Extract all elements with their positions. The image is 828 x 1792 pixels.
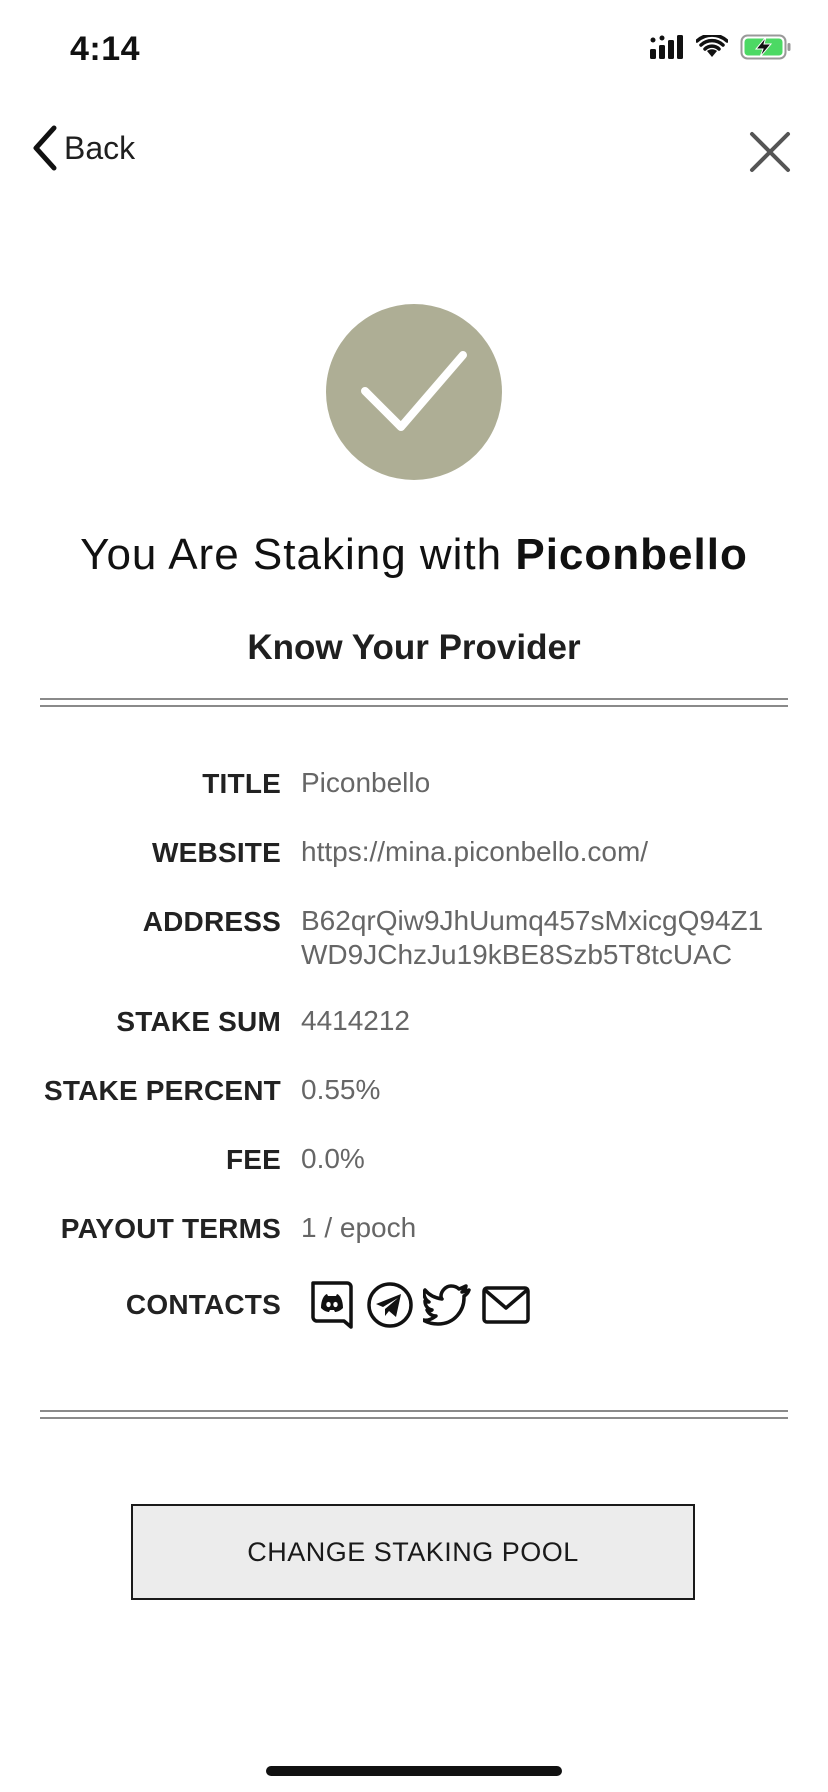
know-your-provider-heading: Know Your Provider — [247, 628, 581, 667]
headline-prefix: You Are Staking with — [80, 530, 516, 579]
title-label: TITLE — [202, 768, 281, 799]
status-time: 4:14 — [70, 30, 141, 68]
twitter-icon[interactable] — [423, 1280, 473, 1330]
wifi-icon — [696, 35, 728, 57]
back-label: Back — [64, 129, 136, 166]
stake-percent-value: 0.55% — [301, 1074, 381, 1105]
address-label: ADDRESS — [142, 906, 281, 937]
mail-icon[interactable] — [481, 1280, 531, 1330]
success-check-badge — [326, 304, 502, 480]
stake-sum-label: STAKE SUM — [116, 1006, 281, 1037]
detail-row-contacts: CONTACTS — [0, 1280, 828, 1330]
staking-headline: You Are Staking with Piconbello — [0, 530, 828, 580]
fee-label: FEE — [225, 1144, 281, 1175]
detail-row-stake-percent: STAKE PERCENT 0.55% — [0, 1073, 828, 1109]
detail-row-address: ADDRESS B62qrQiw9JhUumq457sMxicgQ94Z1 WD… — [0, 904, 828, 972]
home-indicator — [266, 1766, 562, 1776]
contacts-label: CONTACTS — [125, 1289, 281, 1320]
fee-value: 0.0% — [301, 1143, 365, 1174]
checkmark-icon — [361, 351, 467, 431]
payout-terms-label: PAYOUT TERMS — [60, 1213, 281, 1244]
stake-sum-value: 4414212 — [301, 1005, 411, 1036]
address-line-1: B62qrQiw9JhUumq457sMxicgQ94Z1 — [301, 905, 764, 936]
provider-details: TITLE Piconbello WEBSITE https://mina.pi… — [0, 766, 828, 1363]
cellular-signal-icon — [650, 35, 683, 59]
discord-icon[interactable] — [307, 1280, 357, 1330]
payout-terms-value: 1 / epoch — [301, 1212, 417, 1243]
battery-charging-icon — [740, 34, 791, 60]
detail-row-fee: FEE 0.0% — [0, 1142, 828, 1178]
address-value: B62qrQiw9JhUumq457sMxicgQ94Z1 WD9JChzJu1… — [301, 904, 811, 972]
contacts-icons — [307, 1280, 531, 1330]
title-value: Piconbello — [301, 767, 431, 798]
detail-row-stake-sum: STAKE SUM 4414212 — [0, 1004, 828, 1040]
divider — [40, 1410, 788, 1419]
status-icons — [650, 34, 792, 60]
chevron-left-icon — [33, 125, 57, 171]
detail-row-title: TITLE Piconbello — [0, 766, 828, 802]
website-label: WEBSITE — [152, 837, 281, 868]
close-icon[interactable] — [746, 128, 794, 176]
telegram-icon[interactable] — [365, 1280, 415, 1330]
status-bar: 4:14 — [0, 0, 828, 100]
stake-percent-label: STAKE PERCENT — [44, 1075, 281, 1106]
change-staking-pool-button[interactable]: CHANGE STAKING POOL — [131, 1504, 695, 1600]
headline-provider-name: Piconbello — [515, 530, 748, 579]
website-link[interactable]: https://mina.piconbello.com/ — [301, 835, 811, 869]
detail-row-payout-terms: PAYOUT TERMS 1 / epoch — [0, 1211, 828, 1247]
back-button[interactable]: Back — [30, 124, 135, 172]
detail-row-website: WEBSITE https://mina.piconbello.com/ — [0, 835, 828, 871]
address-line-2: WD9JChzJu19kBE8Szb5T8tcUAC — [301, 939, 733, 970]
divider — [40, 698, 788, 707]
